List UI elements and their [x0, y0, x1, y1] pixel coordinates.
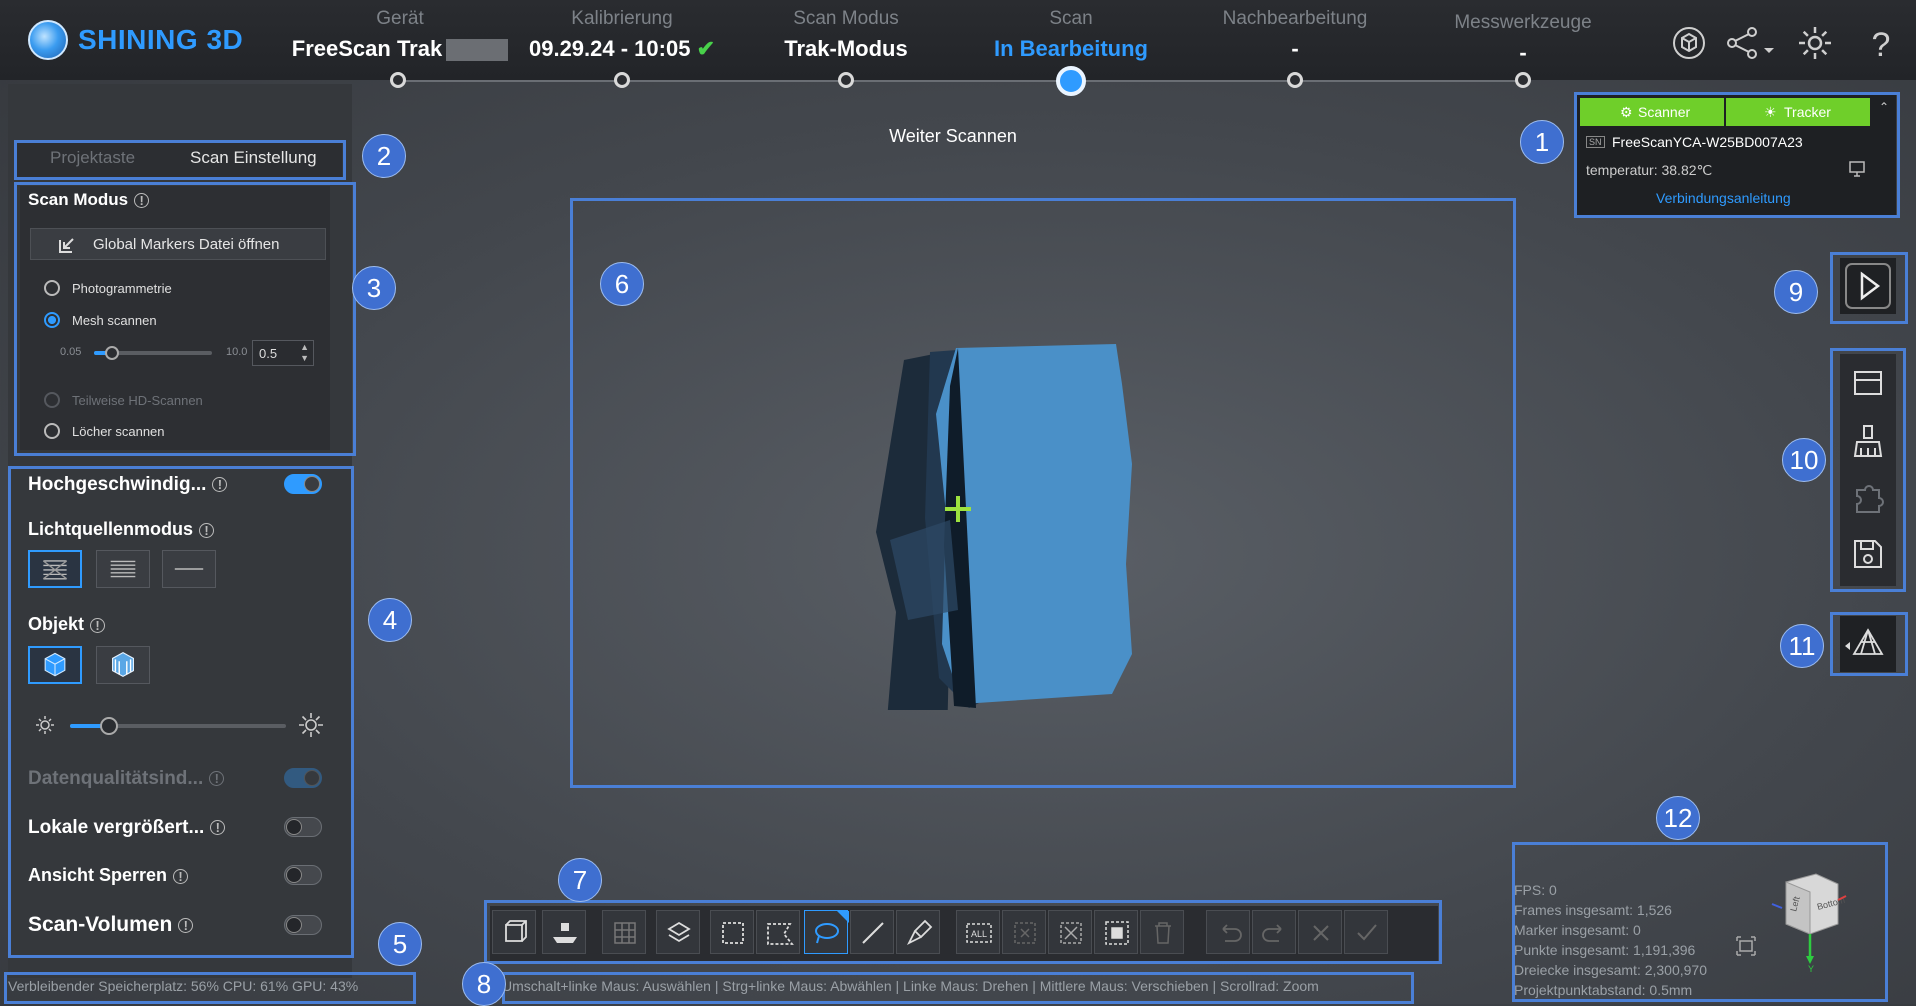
annotation-badge-5: 5 [378, 922, 422, 966]
step-dot [1287, 72, 1303, 88]
step-label: Messwerkzeuge [1454, 12, 1592, 33]
annotation-badge-4: 4 [368, 598, 412, 642]
annotation-badge-9: 9 [1774, 270, 1818, 314]
annotation-box-8 [502, 972, 1414, 1004]
step-measure-tools[interactable]: Messwerkzeuge - [1413, 12, 1633, 66]
step-scan-mode[interactable]: Scan Modus Trak-Modus [736, 8, 956, 62]
step-label: Scan Modus [793, 8, 899, 29]
annotation-badge-11: 11 [1780, 624, 1824, 668]
check-icon: ✔ [696, 36, 716, 61]
step-label: Kalibrierung [571, 8, 673, 29]
annotation-box-10 [1830, 348, 1906, 592]
gear-icon[interactable] [1796, 24, 1834, 62]
step-postprocessing[interactable]: Nachbearbeitung - [1185, 8, 1405, 62]
step-value: FreeScan Trak [290, 36, 510, 62]
annotation-box-4 [8, 466, 354, 958]
step-value: 09.29.24 - 10:05 ✔ [528, 36, 716, 61]
step-calibration[interactable]: Kalibrierung 09.29.24 - 10:05 ✔ [512, 8, 732, 62]
annotation-badge-10: 10 [1782, 438, 1826, 482]
brand-logo-icon [28, 20, 68, 60]
status-banner: Weiter Scannen [889, 126, 1017, 146]
annotation-badge-7: 7 [558, 858, 602, 902]
step-dot [838, 72, 854, 88]
annotation-box-9 [1830, 252, 1908, 324]
annotation-badge-6: 6 [600, 262, 644, 306]
step-label: Scan [1049, 8, 1093, 29]
step-value: Trak-Modus [784, 36, 908, 61]
annotation-box-2 [14, 140, 346, 180]
share-icon[interactable] [1724, 24, 1776, 62]
step-label: Nachbearbeitung [1222, 8, 1368, 29]
step-value: - [1291, 36, 1299, 61]
step-dot [390, 72, 406, 88]
step-dot [1515, 72, 1531, 88]
annotation-box-7 [484, 900, 1442, 964]
step-value: In Bearbeitung [993, 36, 1148, 61]
annotation-box-1 [1574, 92, 1900, 218]
step-label: Gerät [376, 8, 424, 29]
progress-line [400, 80, 1520, 82]
brand-logo: SHINING 3D [28, 20, 243, 60]
step-scan[interactable]: Scan In Bearbeitung [961, 8, 1181, 62]
annotation-badge-12: 12 [1656, 796, 1700, 840]
step-value: - [1519, 40, 1527, 65]
step-device[interactable]: Gerät FreeScan Trak [290, 8, 510, 62]
help-icon[interactable]: ? [1862, 24, 1900, 62]
step-dot-active [1056, 66, 1086, 96]
annotation-box-11 [1830, 612, 1908, 676]
cube-network-icon[interactable] [1670, 24, 1708, 62]
brand-name: SHINING 3D [78, 24, 244, 55]
annotation-box-6 [570, 198, 1516, 788]
annotation-box-12 [1512, 842, 1888, 1002]
annotation-badge-1: 1 [1520, 120, 1564, 164]
annotation-box-5 [4, 972, 416, 1004]
svg-text:?: ? [1872, 26, 1891, 62]
redacted-block [446, 39, 509, 62]
annotation-badge-2: 2 [362, 134, 406, 178]
annotation-box-3 [14, 182, 356, 456]
step-dot [614, 72, 630, 88]
annotation-badge-3: 3 [352, 266, 396, 310]
annotation-badge-8: 8 [462, 962, 506, 1006]
